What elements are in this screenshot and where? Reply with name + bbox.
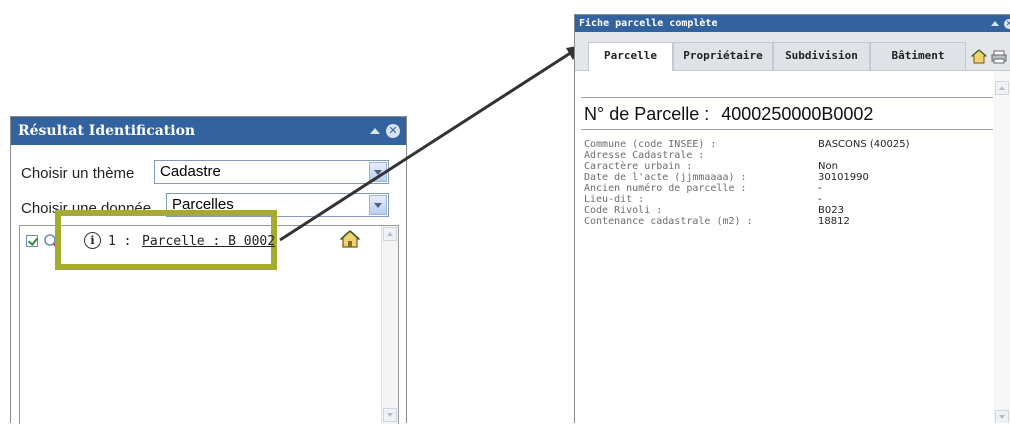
parcel-content: N° de Parcelle : 4000250000B0002 Commune …: [575, 71, 995, 423]
parcel-number: 4000250000B0002: [721, 104, 874, 124]
tab-bar: Parcelle Propriétaire Subdivision Bâtime…: [575, 32, 1010, 71]
scroll-down-icon[interactable]: [383, 408, 397, 422]
close-icon[interactable]: ✕: [1004, 18, 1010, 29]
field-value: BASCONS (40025): [818, 139, 910, 150]
field-value: 30101990: [818, 172, 869, 183]
theme-select[interactable]: Cadastre: [154, 160, 389, 184]
chevron-down-icon[interactable]: [369, 195, 387, 215]
parcel-heading: N° de Parcelle : 4000250000B0002: [584, 104, 873, 125]
field-label: Ancien numéro de parcelle :: [584, 183, 747, 194]
collapse-icon[interactable]: [370, 128, 380, 134]
field-label: Date de l'acte (jjmmaaaa) :: [584, 172, 747, 183]
scroll-down-icon[interactable]: [995, 410, 1009, 423]
home-icon[interactable]: [339, 229, 361, 249]
identification-panel-title: Résultat Identification: [18, 123, 196, 139]
parcel-panel-title: Fiche parcelle complète: [579, 18, 718, 29]
collapse-icon[interactable]: [991, 21, 999, 26]
scroll-up-icon[interactable]: [995, 81, 1009, 95]
field-value: Non: [818, 161, 838, 172]
parcel-heading-label: N° de Parcelle :: [584, 104, 710, 124]
divider: [581, 129, 993, 130]
tab-proprietaire[interactable]: Propriétaire: [673, 42, 773, 70]
theme-select-value: Cadastre: [160, 163, 221, 180]
result-list-scrollbar[interactable]: [381, 226, 398, 424]
field-value: 18812: [818, 216, 850, 227]
field-label: Commune (code INSEE) :: [584, 139, 717, 150]
parcel-link[interactable]: Parcelle : B 0002: [142, 234, 275, 249]
tab-parcelle[interactable]: Parcelle: [588, 42, 673, 71]
parcel-panel-titlebar[interactable]: Fiche parcelle complète ✕: [575, 15, 1010, 32]
field-label: Adresse Cadastrale :: [584, 150, 705, 161]
tab-subdivision[interactable]: Subdivision: [773, 42, 870, 70]
field-value: -: [818, 183, 822, 194]
close-icon[interactable]: ✕: [386, 124, 400, 138]
field-label: Contenance cadastrale (m2) :: [584, 216, 753, 227]
field-value: B023: [818, 205, 844, 216]
divider: [581, 97, 993, 98]
field-value: -: [818, 194, 822, 205]
field-label: Code Rivoli :: [584, 205, 663, 216]
result-index: 1 :: [108, 234, 132, 249]
info-icon[interactable]: i: [84, 232, 101, 249]
print-icon[interactable]: [991, 50, 1007, 64]
parcel-detail-panel: Fiche parcelle complète ✕ Parcelle Propr…: [574, 14, 1010, 423]
theme-label: Choisir un thème: [21, 165, 135, 182]
scroll-up-icon[interactable]: [383, 227, 397, 241]
identification-panel-titlebar[interactable]: Résultat Identification ✕: [11, 117, 406, 145]
parcel-scrollbar[interactable]: [994, 71, 1010, 423]
tab-batiment[interactable]: Bâtiment: [870, 42, 966, 70]
chevron-down-icon[interactable]: [369, 162, 387, 182]
field-label: Lieu-dit :: [584, 194, 645, 205]
home-icon[interactable]: [971, 49, 987, 64]
field-label: Caractère urbain :: [584, 161, 693, 172]
checkbox-icon[interactable]: [26, 235, 38, 247]
